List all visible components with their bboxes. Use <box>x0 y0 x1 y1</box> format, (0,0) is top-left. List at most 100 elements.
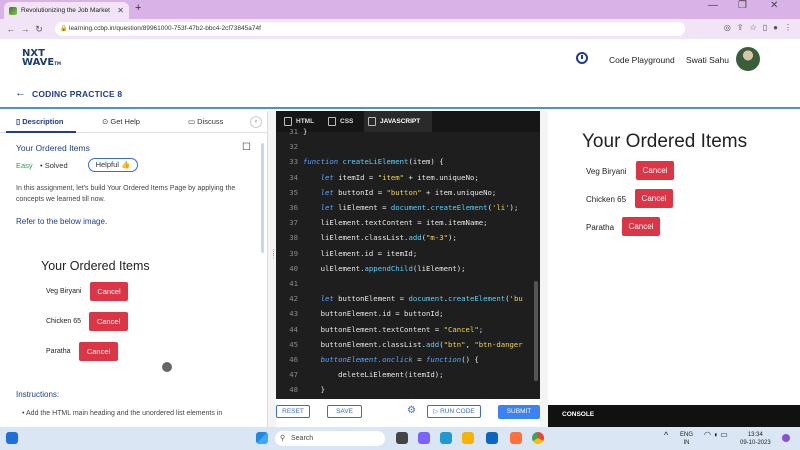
collapse-chevron-icon[interactable]: ‹ <box>250 116 262 128</box>
preview-cancel-button: Cancel <box>90 282 128 301</box>
search-placeholder: Search <box>291 435 314 442</box>
line-number: 35 <box>289 187 298 197</box>
tab-description[interactable]: ▯ Description <box>16 117 63 126</box>
bookmark-icon[interactable]: ☐ <box>242 142 251 153</box>
preview-item-label: Chicken 65 <box>46 318 82 325</box>
clock[interactable]: 13:34 09-10-2023 <box>740 431 771 447</box>
site-favicon-icon <box>9 6 17 15</box>
refer-text: Refer to the below image. <box>16 217 108 226</box>
tab-discuss[interactable]: ▭ Discuss <box>188 117 223 126</box>
console-bar[interactable]: CONSOLE <box>548 405 800 427</box>
browser-tab[interactable]: Revolutionizing the Job Market ✕ <box>4 2 129 19</box>
avatar[interactable] <box>736 47 760 71</box>
forward-arrow-icon[interactable]: → <box>18 24 32 34</box>
language-indicator[interactable]: ENG IN <box>680 431 693 447</box>
code-line[interactable]: 36 let liElement = document.createElemen… <box>276 203 540 218</box>
output-item-label: Chicken 65 <box>586 195 627 204</box>
description-panel: ▯ Description ⊙ Get Help ▭ Discuss ‹ You… <box>0 111 268 427</box>
reload-icon[interactable]: ↻ <box>32 24 46 35</box>
minimize-icon[interactable]: — <box>708 0 718 11</box>
task-view-icon[interactable] <box>396 432 408 444</box>
left-scrollbar[interactable] <box>261 143 264 253</box>
wifi-icon[interactable]: ◠ ◖ ▭ <box>704 431 728 439</box>
chevron-up-icon[interactable]: ^ <box>664 431 668 440</box>
bookmark-star-icon[interactable]: ☆ <box>750 23 757 32</box>
code-text: let liElement = document.createElement('… <box>303 203 519 212</box>
code-text: buttonElement.textContent = "Cancel"; <box>303 324 484 334</box>
code-line[interactable]: 48 } <box>276 385 540 399</box>
windows-start-icon[interactable] <box>256 432 268 444</box>
code-line[interactable]: 43 buttonElement.id = buttonId; <box>276 309 540 324</box>
code-line[interactable]: 37 liElement.textContent = item.itemName… <box>276 218 540 233</box>
mail-icon[interactable] <box>486 432 498 444</box>
firefox-icon[interactable] <box>510 432 522 444</box>
tab-get-help[interactable]: ⊙ Get Help <box>102 117 140 126</box>
code-line[interactable]: 47 deleteLiElement(itemId); <box>276 370 540 385</box>
chrome-icon[interactable] <box>532 432 544 444</box>
instructions-heading: Instructions: <box>16 390 60 399</box>
code-line[interactable]: 38 liElement.classList.add("m-3"); <box>276 233 540 248</box>
back-arrow-icon[interactable]: ← <box>4 24 18 34</box>
output-cancel-button[interactable]: Cancel <box>635 189 673 208</box>
widgets-icon[interactable] <box>6 432 18 444</box>
line-number: 48 <box>289 385 298 395</box>
nxtwave-logo[interactable]: NXT WAVETM <box>22 49 61 68</box>
windows-taskbar: ⚲ Search ^ ENG IN ◠ ◖ ▭ 13:34 09-10-2023 <box>0 427 800 450</box>
window-close-icon[interactable]: ✕ <box>770 0 778 11</box>
code-text: } <box>303 385 325 395</box>
tab-close-icon[interactable]: ✕ <box>117 6 124 15</box>
output-item-label: Paratha <box>586 223 615 232</box>
code-line[interactable]: 42 let buttonElement = document.createEl… <box>276 294 540 309</box>
console-label: CONSOLE <box>562 411 595 418</box>
line-number: 43 <box>289 309 298 319</box>
profile-icon[interactable]: ● <box>773 23 778 32</box>
panel-splitter[interactable]: ⋮ ⋮ <box>268 111 277 427</box>
code-line[interactable]: 41 <box>276 279 540 294</box>
code-line[interactable]: 44 buttonElement.textContent = "Cancel"; <box>276 325 540 340</box>
output-cancel-button[interactable]: Cancel <box>622 217 660 236</box>
notification-badge[interactable] <box>782 434 790 442</box>
code-line[interactable]: 39 liElement.id = itemId; <box>276 249 540 264</box>
code-line[interactable]: 34 let itemId = "item" + item.uniqueNo; <box>276 173 540 188</box>
user-name[interactable]: Swati Sahu <box>686 55 729 65</box>
helpful-button[interactable]: Helpful 👍 <box>88 158 138 172</box>
run-code-button[interactable]: ▷ RUN CODE <box>427 405 481 418</box>
reset-button[interactable]: RESET <box>276 405 310 418</box>
teams-icon[interactable] <box>418 432 430 444</box>
url-field[interactable]: 🔒 learning.ccbp.in/question/89961000-753… <box>55 22 685 36</box>
submit-button[interactable]: SUBMIT <box>498 405 540 419</box>
code-line[interactable]: 32 <box>276 142 540 157</box>
menu-dots-icon[interactable]: ⋮ <box>784 23 792 32</box>
left-tabs: ▯ Description ⊙ Get Help ▭ Discuss ‹ <box>0 111 267 133</box>
code-playground-link[interactable]: Code Playground <box>609 55 675 65</box>
save-button[interactable]: SAVE <box>327 405 362 418</box>
code-line[interactable]: 35 let buttonId = "button" + item.unique… <box>276 188 540 203</box>
search-icon: ⚲ <box>280 435 286 442</box>
css-file-icon <box>328 117 336 126</box>
code-text: deleteLiElement(itemId); <box>303 370 444 380</box>
line-number: 37 <box>289 218 298 228</box>
back-arrow-icon[interactable]: ← <box>15 87 26 99</box>
code-line[interactable]: 45 buttonElement.classList.add("btn", "b… <box>276 340 540 355</box>
preview-heading: Your Ordered Items <box>41 259 150 273</box>
taskbar-search[interactable]: ⚲ Search <box>275 431 385 446</box>
code-line[interactable]: 40 ulElement.appendChild(liElement); <box>276 264 540 279</box>
maximize-icon[interactable]: ❐ <box>738 0 747 11</box>
mouse-cursor <box>162 362 172 372</box>
code-line[interactable]: 33 function createLiElement(item) { <box>276 157 540 172</box>
preview-cancel-button: Cancel <box>89 312 128 331</box>
sidebar-icon[interactable]: ▯ <box>763 23 767 32</box>
google-lens-icon[interactable]: ◎ <box>724 23 731 32</box>
editor-scrollbar[interactable] <box>534 281 538 381</box>
settings-gear-icon[interactable]: ⚙ <box>407 405 416 416</box>
code-editor[interactable]: HTML CSS JAVASCRIPT 31} 32 33 function crea… <box>276 111 540 399</box>
edge-icon[interactable] <box>440 432 452 444</box>
output-cancel-button[interactable]: Cancel <box>636 161 674 180</box>
code-text: liElement.textContent = item.itemName; <box>303 218 488 228</box>
code-line[interactable]: 31} <box>276 127 540 142</box>
file-explorer-icon[interactable] <box>462 432 474 444</box>
new-tab-icon[interactable]: + <box>135 2 141 14</box>
share-icon[interactable]: ⇪ <box>737 23 744 32</box>
code-line[interactable]: 46 buttonElement.onclick = function() { <box>276 355 540 370</box>
timer-icon[interactable] <box>576 52 588 64</box>
